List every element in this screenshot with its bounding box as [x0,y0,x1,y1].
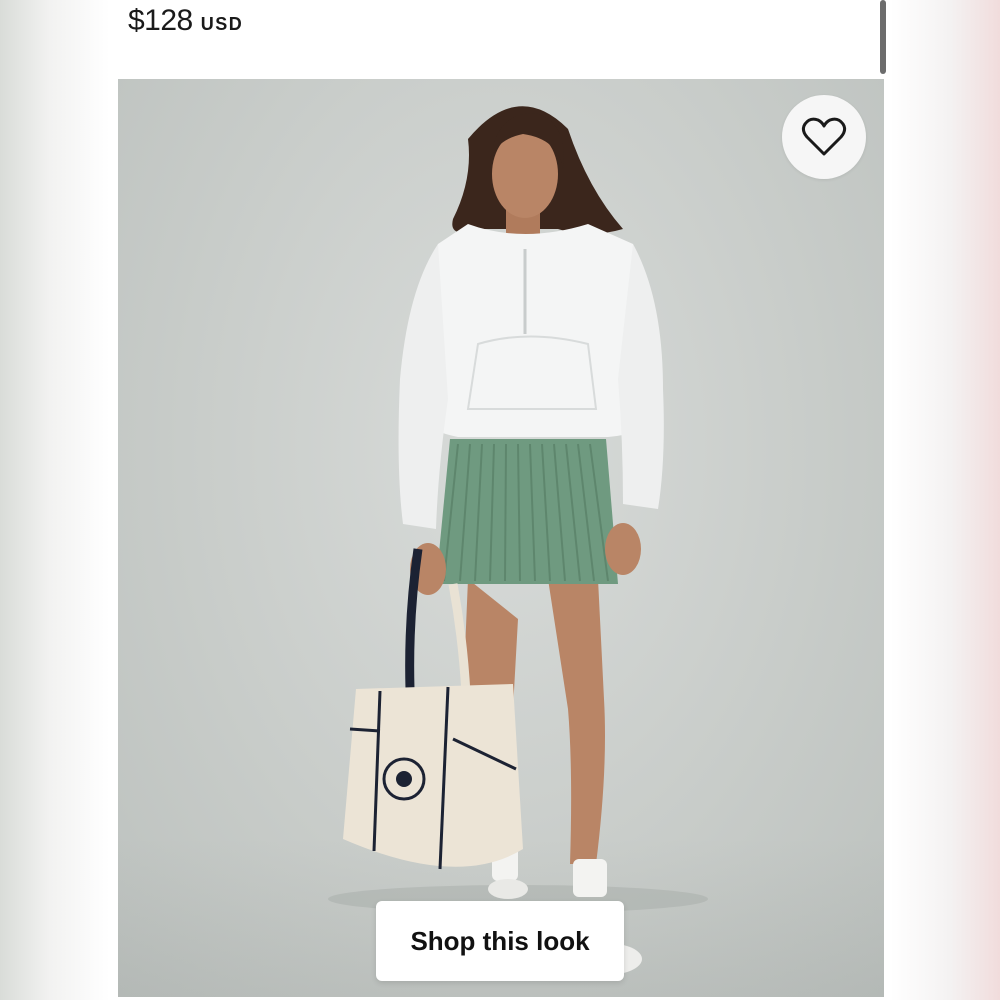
price-row: $128 USD [128,4,243,48]
heart-icon [801,117,847,156]
product-image[interactable] [118,79,884,997]
model-figure [328,106,708,975]
price-currency: USD [200,14,244,34]
scrollbar-thumb[interactable] [880,0,886,74]
price-amount: $128 [128,4,193,37]
shop-this-look-button[interactable]: Shop this look [376,901,624,981]
favorite-button[interactable] [782,95,866,179]
